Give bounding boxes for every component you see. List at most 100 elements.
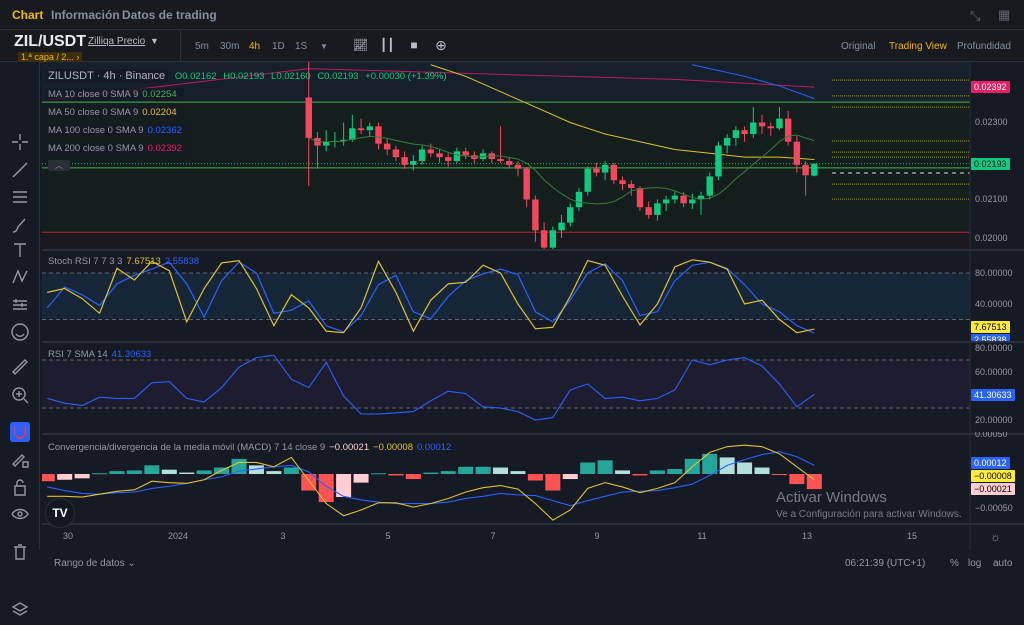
lock-drawing-icon[interactable] bbox=[10, 449, 30, 469]
candle-down bbox=[514, 164, 522, 169]
macd-histogram-bar bbox=[440, 471, 456, 474]
candle-down bbox=[401, 157, 408, 165]
ma-label: MA 10 close 0 SMA 9 bbox=[48, 89, 139, 100]
camera-icon[interactable]: ■ bbox=[407, 38, 421, 52]
candle-up bbox=[811, 163, 818, 176]
ma100-legend: MA 100 close 0 SMA 9 0.02362 bbox=[45, 124, 189, 137]
ma-value: 0.02392 bbox=[147, 143, 182, 154]
crosshair-icon[interactable] bbox=[10, 132, 30, 152]
brush-icon[interactable] bbox=[10, 215, 30, 235]
percent-scale-toggle[interactable]: % bbox=[950, 558, 959, 569]
candle-up bbox=[723, 137, 731, 146]
timeframe-4h[interactable]: 4h bbox=[249, 41, 260, 52]
rsi-tick: 20.00000 bbox=[975, 415, 1013, 425]
macd-histogram-bar bbox=[353, 474, 369, 483]
indicators-icon[interactable]: 📈︎ bbox=[353, 38, 368, 52]
price-tick: 0.02100 bbox=[975, 194, 1008, 204]
symbol-name-link[interactable]: Zilliqa Precio bbox=[88, 36, 145, 47]
timeframe-dropdown-icon[interactable]: ▼ bbox=[320, 42, 328, 51]
macd-line-value: −0.00008 bbox=[373, 442, 413, 453]
candle-up bbox=[776, 118, 783, 129]
macd-histogram-bar bbox=[196, 470, 212, 474]
windows-watermark-title: Activar Windows bbox=[776, 489, 887, 506]
add-icon[interactable]: ⊕ bbox=[434, 38, 448, 52]
status-bar: Rango de datos ⌄ 06:21:39 (UTC+1) % log … bbox=[40, 550, 1024, 578]
candle-down bbox=[680, 195, 687, 204]
collapse-icon[interactable]: ⤡ bbox=[970, 8, 980, 24]
timeframe-1d[interactable]: 1D bbox=[272, 41, 285, 52]
ma-value: 0.02254 bbox=[142, 89, 177, 100]
tab-datos-de-trading[interactable]: Datos de trading bbox=[122, 8, 217, 22]
tab-chart[interactable]: Chart bbox=[12, 8, 43, 22]
lock-icon[interactable] bbox=[10, 477, 30, 497]
x-tick: 13 bbox=[801, 531, 813, 541]
layers-icon[interactable] bbox=[10, 600, 30, 620]
fib-lines-icon[interactable] bbox=[10, 187, 30, 207]
macd-histogram-bar bbox=[684, 458, 700, 474]
candle-type-icon[interactable]: ┃┃ bbox=[380, 38, 394, 52]
x-tick: 5 bbox=[385, 531, 391, 541]
grid-layout-icon[interactable]: ▦ bbox=[998, 7, 1010, 23]
ma-label: MA 200 close 0 SMA 9 bbox=[48, 143, 144, 154]
pattern-icon[interactable] bbox=[10, 267, 30, 287]
clock-timezone[interactable]: 06:21:39 (UTC+1) bbox=[845, 558, 925, 569]
price-tick: 0.02000 bbox=[975, 233, 1008, 243]
candle-down bbox=[758, 122, 766, 127]
candle-up bbox=[697, 195, 705, 200]
tradingview-logo[interactable]: TV bbox=[45, 498, 75, 528]
macd-histogram-bar bbox=[737, 462, 753, 474]
timeframe-1s[interactable]: 1S bbox=[295, 41, 307, 52]
log-scale-toggle[interactable]: log bbox=[968, 558, 981, 569]
candle-down bbox=[802, 164, 809, 176]
trend-line-icon[interactable] bbox=[10, 160, 30, 180]
candle-up bbox=[479, 153, 487, 160]
macd-line-tag: −0.00008 bbox=[971, 470, 1015, 482]
macd-histogram-bar bbox=[214, 467, 230, 474]
candle-down bbox=[314, 137, 321, 146]
ma-label: MA 100 close 0 SMA 9 bbox=[48, 125, 144, 136]
candle-down bbox=[427, 149, 434, 154]
candle-up bbox=[410, 161, 417, 165]
view-trading-view[interactable]: Trading View bbox=[889, 41, 947, 52]
view-original[interactable]: Original bbox=[841, 41, 875, 52]
candle-down bbox=[445, 157, 452, 161]
macd-histogram-bar bbox=[336, 474, 352, 498]
timeframe-30m[interactable]: 30m bbox=[220, 41, 239, 52]
forecast-icon[interactable] bbox=[10, 295, 30, 315]
zoom-in-icon[interactable] bbox=[10, 385, 30, 405]
text-icon[interactable] bbox=[10, 240, 30, 260]
data-range-dropdown[interactable]: Rango de datos ⌄ bbox=[54, 558, 136, 569]
view-profundidad[interactable]: Profundidad bbox=[957, 41, 1011, 52]
top-tab-bar: Chart Información Datos de trading ⤡ ▦ bbox=[0, 0, 1024, 30]
symbol-pair[interactable]: ZIL/USDT bbox=[14, 33, 86, 51]
price-zone-middle bbox=[42, 102, 970, 232]
rsi-tick: 80.00000 bbox=[975, 343, 1013, 353]
eye-icon[interactable] bbox=[10, 504, 30, 524]
collapse-legend-button[interactable]: ︿ bbox=[48, 160, 70, 171]
candle-up bbox=[662, 199, 670, 204]
macd-histogram-bar bbox=[405, 474, 421, 480]
candle-up bbox=[689, 199, 696, 204]
tab-informacion[interactable]: Información bbox=[51, 8, 120, 22]
chart-settings-icon[interactable]: ☼ bbox=[990, 530, 1001, 544]
magnet-icon[interactable] bbox=[10, 422, 30, 442]
candle-down bbox=[540, 230, 548, 248]
emoji-icon[interactable] bbox=[10, 322, 30, 342]
macd-histogram-bar bbox=[423, 472, 439, 474]
ma10-legend: MA 10 close 0 SMA 9 0.02254 bbox=[45, 88, 184, 101]
candle-up bbox=[715, 145, 722, 177]
macd-histogram-bar bbox=[545, 474, 561, 491]
timeframe-5m[interactable]: 5m bbox=[195, 41, 209, 52]
candle-down bbox=[767, 126, 774, 129]
windows-watermark-text: Ve a Configuración para activar Windows. bbox=[776, 509, 962, 520]
trash-icon[interactable] bbox=[10, 542, 30, 562]
macd-histogram-bar bbox=[318, 474, 334, 503]
stoch-d-value: 2.55838 bbox=[164, 256, 200, 267]
ruler-icon[interactable] bbox=[10, 357, 30, 377]
candle-down bbox=[462, 151, 469, 156]
stoch-k-tag: 7.67513 bbox=[971, 321, 1010, 333]
auto-scale-toggle[interactable]: auto bbox=[993, 558, 1012, 569]
candle-down bbox=[375, 126, 382, 144]
chevron-down-icon[interactable]: ▼ bbox=[150, 36, 159, 46]
macd-histogram-bar bbox=[771, 474, 787, 475]
